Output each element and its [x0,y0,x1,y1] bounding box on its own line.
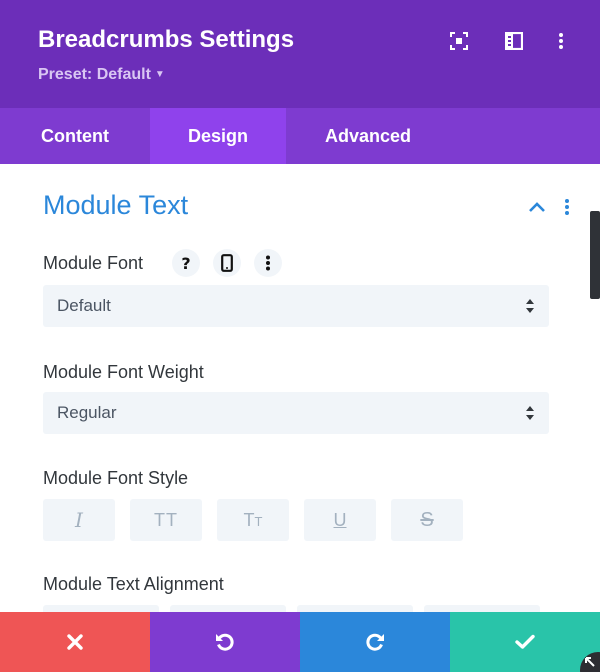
preset-label: Preset: Default [38,66,151,83]
tab-advanced[interactable]: Advanced [286,108,450,164]
module-font-label: Module Font [43,253,143,274]
align-right-button[interactable] [297,605,413,612]
alignment-buttons [43,605,551,612]
module-font-value: Default [57,296,111,315]
module-font-label-text: Module Font [43,253,144,273]
module-font-style-label: Module Font Style [43,468,189,488]
capitalize-button[interactable]: TT [217,499,289,541]
tab-bar: Content Design Advanced [0,108,600,164]
more-options-icon[interactable] [550,30,572,52]
undo-button[interactable] [150,612,300,672]
action-bar [0,612,600,672]
tab-content[interactable]: Content [0,108,150,164]
section-more-icon[interactable] [564,198,570,216]
module-font-select[interactable]: Default [43,285,549,327]
align-justify-button[interactable] [424,605,540,612]
fullscreen-icon[interactable] [448,30,470,52]
font-style-buttons: I TT TT U S [43,499,478,541]
italic-button[interactable]: I [43,499,115,541]
panel-header: Breadcrumbs Settings Preset: Default ▼ [0,0,600,108]
capitalize-icon: TT [243,509,263,530]
redo-button[interactable] [300,612,450,672]
settings-panel: Breadcrumbs Settings Preset: Default ▼ C… [0,0,600,672]
uppercase-button[interactable]: TT [130,499,202,541]
caret-down-icon: ▼ [154,69,165,80]
close-icon [67,634,83,650]
module-font-weight-label: Module Font Weight [43,362,204,382]
svg-text:?: ? [181,255,190,271]
module-text-alignment-label: Module Text Alignment [43,574,224,594]
underline-icon: U [333,509,347,530]
discard-button[interactable] [0,612,150,672]
preset-selector[interactable]: Preset: Default ▼ [38,66,165,84]
uppercase-icon: TT [154,509,178,530]
strikethrough-button[interactable]: S [391,499,463,541]
panel-title: Breadcrumbs Settings [38,26,295,53]
module-font-weight-select[interactable]: Regular [43,392,549,434]
strikethrough-icon: S [420,508,434,531]
section-controls [528,198,570,216]
align-left-button[interactable] [43,605,159,612]
align-center-button[interactable] [170,605,286,612]
redo-icon [366,633,384,651]
split-view-icon[interactable] [503,30,525,52]
tab-design[interactable]: Design [150,108,286,164]
scrollbar-thumb[interactable] [590,211,600,299]
underline-button[interactable]: U [304,499,376,541]
help-icon[interactable]: ? [172,249,200,277]
italic-icon: I [75,508,83,532]
module-font-weight-value: Regular [57,403,117,422]
chevron-up-icon[interactable] [528,200,548,214]
undo-icon [216,633,234,651]
check-icon [515,634,535,649]
responsive-phone-icon[interactable] [213,249,241,277]
select-arrows-icon [525,297,535,315]
select-arrows-icon [525,404,535,422]
settings-content: Module Text Module Font ? Default Module… [0,164,600,612]
field-more-icon[interactable] [254,249,282,277]
save-button[interactable] [450,612,600,672]
section-title[interactable]: Module Text [43,190,188,221]
